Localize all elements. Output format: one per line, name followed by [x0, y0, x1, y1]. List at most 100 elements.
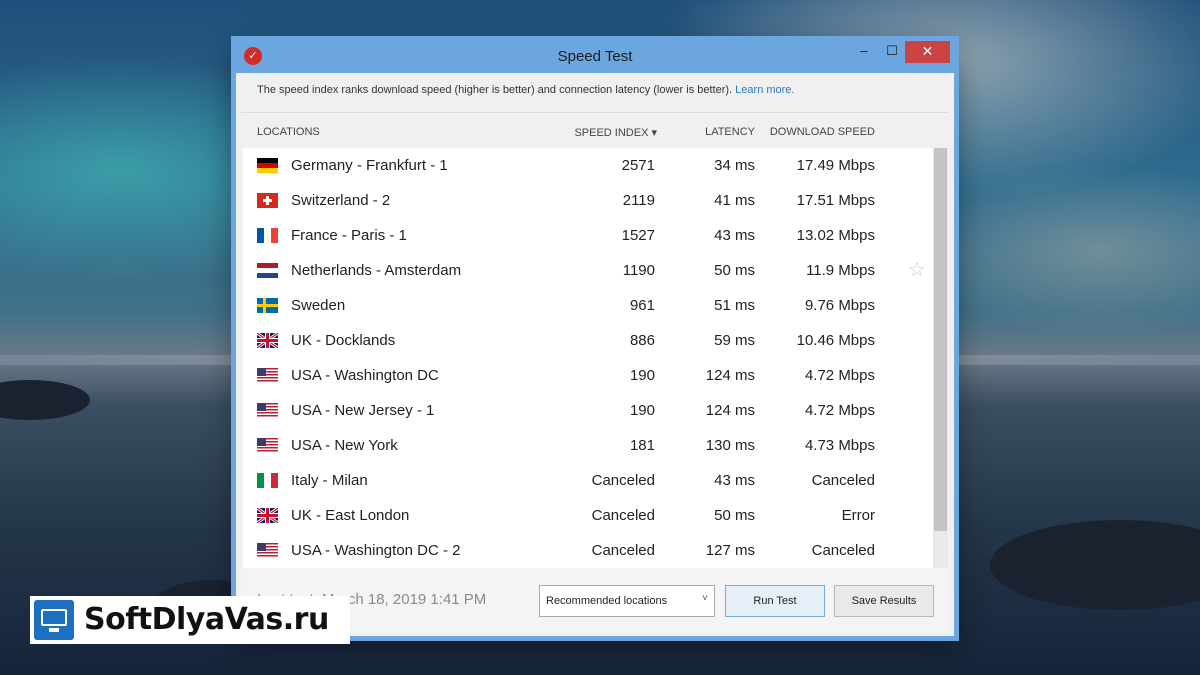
location-name: France - Paris - 1	[291, 227, 407, 244]
location-row[interactable]: France - Paris - 1 1527 43 ms 13.02 Mbps	[243, 218, 933, 253]
download-speed-value: 13.02 Mbps	[796, 227, 875, 244]
download-speed-value: Canceled	[811, 472, 875, 489]
location-name: UK - East London	[291, 507, 410, 524]
location-name: UK - Docklands	[291, 332, 396, 349]
location-row[interactable]: UK - Docklands 886 59 ms 10.46 Mbps	[243, 323, 933, 358]
chevron-down-icon: ˅	[702, 593, 708, 604]
download-speed-value: 4.72 Mbps	[804, 402, 875, 419]
flag-uk-icon	[257, 333, 278, 348]
column-header-latency[interactable]: LATENCY	[681, 126, 755, 138]
flag-it-icon	[257, 473, 278, 488]
flag-nl-icon	[257, 263, 278, 278]
monitor-gear-icon	[34, 600, 74, 640]
location-row[interactable]: Switzerland - 2 2119 41 ms 17.51 Mbps	[243, 183, 933, 218]
close-button[interactable]: ✕	[905, 41, 950, 63]
speed-index-value: 961	[629, 297, 655, 314]
location-row[interactable]: Netherlands - Amsterdam 1190 50 ms 11.9 Mbp…	[243, 253, 933, 288]
location-row[interactable]: UK - East London Canceled 50 ms Error	[243, 498, 933, 533]
scrollbar-thumb[interactable]	[934, 148, 947, 531]
location-row[interactable]: Italy - Milan Canceled 43 ms Canceled	[243, 463, 933, 498]
flag-us-icon	[257, 403, 278, 418]
download-speed-value: 11.9 Mbps	[806, 262, 875, 279]
column-header-locations[interactable]: LOCATIONS	[257, 126, 320, 138]
download-speed-value: 17.51 Mbps	[796, 192, 875, 209]
location-filter-value: Recommended locations	[546, 595, 668, 607]
rock	[0, 380, 90, 420]
speed-index-value: 886	[629, 332, 655, 349]
location-filter-dropdown[interactable]: Recommended locations ˅	[539, 585, 715, 617]
latency-value: 59 ms	[714, 332, 755, 349]
download-speed-value: 4.73 Mbps	[804, 437, 875, 454]
locations-list[interactable]: Germany - Frankfurt - 1 2571 34 ms 17.49 Mb…	[243, 148, 933, 568]
download-speed-value: 4.72 Mbps	[804, 367, 875, 384]
minimize-button[interactable]: –	[850, 41, 878, 63]
latency-value: 43 ms	[714, 472, 755, 489]
maximize-button[interactable]: ☐	[878, 41, 906, 63]
watermark-banner: SoftDlyaVas.ru	[30, 596, 350, 644]
rock	[990, 520, 1200, 610]
watermark-text: SoftDlyaVas.ru	[84, 602, 329, 637]
info-description: The speed index ranks download speed (hi…	[257, 84, 733, 96]
location-row[interactable]: USA - Washington DC - 2 Canceled 127 ms Can…	[243, 533, 933, 568]
info-text: The speed index ranks download speed (hi…	[257, 84, 794, 96]
speed-index-value: 190	[629, 402, 655, 419]
latency-value: 34 ms	[714, 157, 755, 174]
table-header: LOCATIONS SPEED INDEX ▾ LATENCY DOWNLOAD…	[241, 114, 949, 148]
download-speed-value: 10.46 Mbps	[796, 332, 875, 349]
download-speed-value: Error	[841, 507, 875, 524]
window-title: Speed Test	[557, 48, 633, 65]
location-name: USA - Washington DC - 2	[291, 542, 461, 559]
location-name: Switzerland - 2	[291, 192, 391, 209]
flag-us-icon	[257, 438, 278, 453]
flag-us-icon	[257, 543, 278, 558]
location-row[interactable]: USA - Washington DC 190 124 ms 4.72 Mbps	[243, 358, 933, 393]
location-name: USA - New York	[291, 437, 398, 454]
flag-us-icon	[257, 368, 278, 383]
latency-value: 43 ms	[714, 227, 755, 244]
download-speed-value: 9.76 Mbps	[804, 297, 875, 314]
speed-index-value: 2571	[621, 157, 655, 174]
learn-more-link[interactable]: Learn more.	[735, 84, 794, 96]
speed-index-value: 1527	[621, 227, 655, 244]
speed-test-window: ✓ Speed Test – ☐ ✕ The speed index ranks…	[235, 40, 955, 637]
download-speed-value: 17.49 Mbps	[796, 157, 875, 174]
speed-index-value: Canceled	[591, 507, 655, 524]
location-name: Sweden	[291, 297, 346, 314]
speed-index-value: Canceled	[591, 542, 655, 559]
flag-ch-icon	[257, 193, 278, 208]
latency-value: 41 ms	[714, 192, 755, 209]
location-name: Germany - Frankfurt - 1	[291, 157, 448, 174]
latency-value: 124 ms	[705, 402, 755, 419]
latency-value: 130 ms	[705, 437, 755, 454]
info-bar: The speed index ranks download speed (hi…	[241, 73, 949, 113]
speed-index-value: 1190	[622, 262, 655, 279]
flag-fr-icon	[257, 228, 278, 243]
location-row[interactable]: USA - New York 181 130 ms 4.73 Mbps	[243, 428, 933, 463]
flag-uk-icon	[257, 508, 278, 523]
scrollbar[interactable]	[933, 148, 948, 568]
run-test-button[interactable]: Run Test	[725, 585, 825, 617]
location-row[interactable]: Germany - Frankfurt - 1 2571 34 ms 17.49 Mb…	[243, 148, 933, 183]
location-row[interactable]: USA - New Jersey - 1 190 124 ms 4.72 Mbps	[243, 393, 933, 428]
latency-value: 51 ms	[714, 297, 755, 314]
latency-value: 127 ms	[705, 542, 755, 559]
speed-index-value: 181	[629, 437, 655, 454]
location-name: USA - Washington DC	[291, 367, 439, 384]
column-header-download-speed[interactable]: DOWNLOAD SPEED	[761, 126, 875, 138]
speed-index-value: 190	[629, 367, 655, 384]
location-name: USA - New Jersey - 1	[291, 402, 435, 419]
flag-se-icon	[257, 298, 278, 313]
speed-index-value: Canceled	[591, 472, 655, 489]
save-results-button[interactable]: Save Results	[834, 585, 934, 617]
flag-de-icon	[257, 158, 278, 173]
download-speed-value: Canceled	[811, 542, 875, 559]
window-content: The speed index ranks download speed (hi…	[241, 73, 949, 633]
latency-value: 50 ms	[714, 507, 755, 524]
location-name: Netherlands - Amsterdam	[291, 262, 462, 279]
title-bar[interactable]: ✓ Speed Test – ☐ ✕	[236, 41, 954, 73]
speed-index-value: 2119	[622, 192, 655, 209]
favorite-star-icon[interactable]: ☆	[908, 257, 926, 282]
location-row[interactable]: Sweden 961 51 ms 9.76 Mbps	[243, 288, 933, 323]
column-header-speed-index[interactable]: SPEED INDEX ▾	[541, 126, 657, 139]
latency-value: 124 ms	[705, 367, 755, 384]
